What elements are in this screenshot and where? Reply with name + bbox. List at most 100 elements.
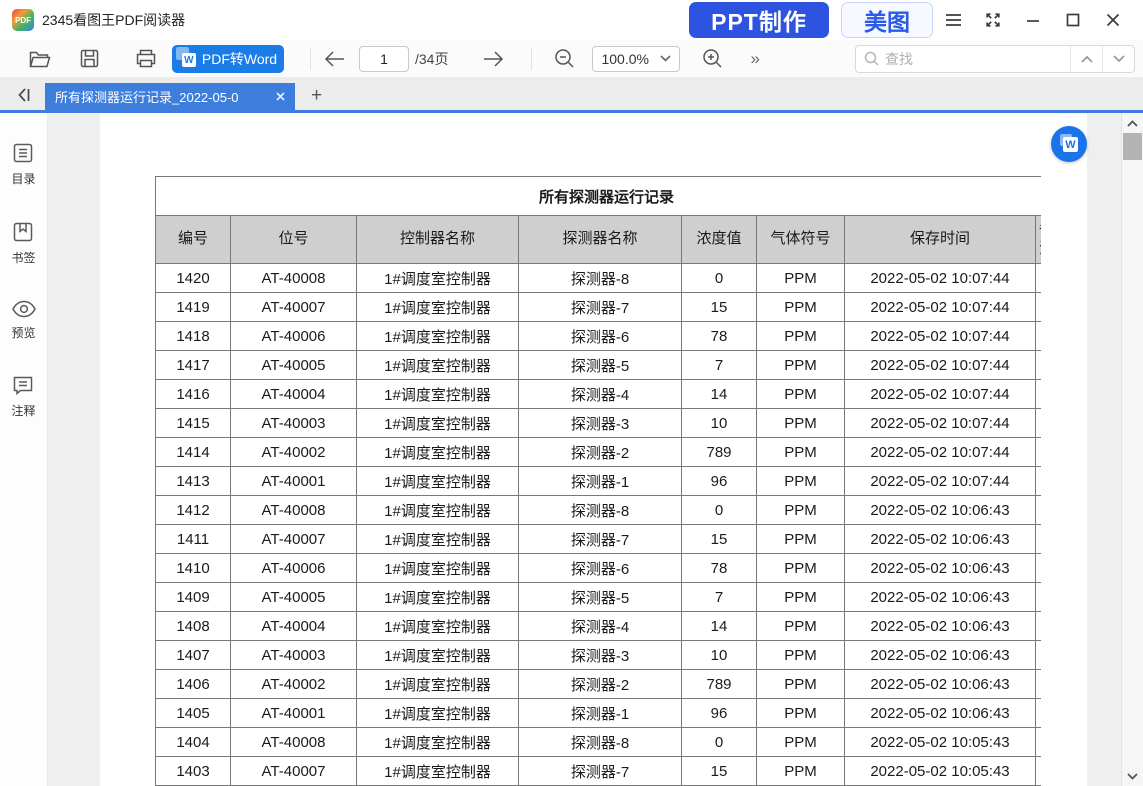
column-header: 位号 <box>231 216 357 264</box>
print-icon <box>136 49 156 68</box>
records-table: 所有探测器运行记录 编号位号控制器名称探测器名称浓度值气体符号保存时间备注 14… <box>155 176 1041 786</box>
titlebar: PDF 2345看图王PDF阅读器 PPT制作 美图 <box>0 0 1143 40</box>
table-cell: 2022-05-02 10:07:44 <box>845 351 1036 380</box>
table-cell: PPM <box>757 351 845 380</box>
table-cell: 15 <box>682 757 757 786</box>
table-cell: 1#调度室控制器 <box>357 583 519 612</box>
zoom-in-button[interactable] <box>700 47 724 71</box>
table-cell: 1406 <box>156 670 231 699</box>
fullscreen-button[interactable] <box>973 2 1013 38</box>
open-folder-icon <box>29 50 51 68</box>
maximize-button[interactable] <box>1053 2 1093 38</box>
table-cell: 探测器-7 <box>519 525 682 554</box>
maximize-icon <box>1066 13 1080 27</box>
table-cell: 1#调度室控制器 <box>357 351 519 380</box>
previous-page-button[interactable] <box>323 47 347 71</box>
column-header: 备注 <box>1036 216 1042 264</box>
table-row: 1411AT-400071#调度室控制器探测器-715PPM2022-05-02… <box>156 525 1042 554</box>
table-cell: 1418 <box>156 322 231 351</box>
table-cell: 1#调度室控制器 <box>357 728 519 757</box>
sidebar-item-label: 预览 <box>11 324 35 341</box>
tab-close-button[interactable] <box>273 90 287 104</box>
table-cell: 14 <box>682 612 757 641</box>
table-cell: 7 <box>682 583 757 612</box>
more-tools-button[interactable]: » <box>750 49 759 69</box>
table-row: 1413AT-400011#调度室控制器探测器-196PPM2022-05-02… <box>156 467 1042 496</box>
search-previous-button[interactable] <box>1070 46 1102 72</box>
table-cell: PPM <box>757 438 845 467</box>
page-number-input[interactable] <box>359 46 409 72</box>
open-file-button[interactable] <box>28 47 52 71</box>
meitu-promo-button[interactable]: 美图 <box>841 2 933 38</box>
table-cell: 1405 <box>156 699 231 728</box>
table-cell: 15 <box>682 293 757 322</box>
table-cell <box>1036 554 1042 583</box>
close-button[interactable] <box>1093 2 1133 38</box>
zoom-level-select[interactable]: 100.0% <box>592 46 680 72</box>
table-row: 1412AT-400081#调度室控制器探测器-80PPM2022-05-02 … <box>156 496 1042 525</box>
table-cell: PPM <box>757 583 845 612</box>
save-button[interactable] <box>77 47 101 71</box>
search-input[interactable] <box>885 51 1062 67</box>
search-field[interactable] <box>856 46 1070 72</box>
collapse-left-icon <box>16 87 32 103</box>
new-tab-button[interactable]: + <box>311 86 322 105</box>
table-cell: 0 <box>682 496 757 525</box>
table-cell: 1415 <box>156 409 231 438</box>
table-cell <box>1036 264 1042 293</box>
table-cell: 1404 <box>156 728 231 757</box>
document-viewport: 所有探测器运行记录 编号位号控制器名称探测器名称浓度值气体符号保存时间备注 14… <box>48 113 1121 786</box>
table-cell: PPM <box>757 525 845 554</box>
table-row: 1408AT-400041#调度室控制器探测器-414PPM2022-05-02… <box>156 612 1042 641</box>
search-next-button[interactable] <box>1102 46 1134 72</box>
word-convert-float-button[interactable]: W <box>1051 126 1087 162</box>
ppt-promo-button[interactable]: PPT制作 <box>689 2 829 38</box>
scroll-down-button[interactable] <box>1122 766 1143 786</box>
pdf-page: 所有探测器运行记录 编号位号控制器名称探测器名称浓度值气体符号保存时间备注 14… <box>100 113 1087 786</box>
window-title: 2345看图王PDF阅读器 <box>42 10 185 30</box>
word-doc-icon: W <box>179 50 196 67</box>
table-cell: 2022-05-02 10:06:43 <box>845 583 1036 612</box>
table-cell: PPM <box>757 467 845 496</box>
menu-button[interactable] <box>933 2 973 38</box>
scroll-up-button[interactable] <box>1122 113 1143 133</box>
table-cell: PPM <box>757 612 845 641</box>
sidebar-item-label: 目录 <box>11 170 35 187</box>
table-cell <box>1036 351 1042 380</box>
table-cell <box>1036 525 1042 554</box>
table-cell: 10 <box>682 409 757 438</box>
table-cell <box>1036 612 1042 641</box>
table-cell: 1#调度室控制器 <box>357 641 519 670</box>
document-tab[interactable]: 所有探测器运行记录_2022-05-0 <box>45 83 295 110</box>
next-page-button[interactable] <box>481 47 505 71</box>
table-cell: 1#调度室控制器 <box>357 525 519 554</box>
table-cell: 1407 <box>156 641 231 670</box>
print-button[interactable] <box>134 47 158 71</box>
table-cell: PPM <box>757 409 845 438</box>
table-cell: 1416 <box>156 380 231 409</box>
main-area: 目录 书签 预览 注释 <box>0 113 1143 786</box>
table-cell: 2022-05-02 10:06:43 <box>845 496 1036 525</box>
table-cell: 1419 <box>156 293 231 322</box>
zoom-out-button[interactable] <box>552 47 576 71</box>
sidebar-item-annotations[interactable]: 注释 <box>11 374 35 419</box>
table-cell: PPM <box>757 322 845 351</box>
minimize-button[interactable] <box>1013 2 1053 38</box>
scrollbar-thumb[interactable] <box>1123 133 1142 160</box>
vertical-scrollbar[interactable] <box>1121 113 1143 786</box>
table-row: 1416AT-400041#调度室控制器探测器-414PPM2022-05-02… <box>156 380 1042 409</box>
pdf-to-word-button[interactable]: W PDF转Word <box>172 45 284 73</box>
table-cell: 探测器-8 <box>519 264 682 293</box>
eye-preview-icon <box>11 299 37 319</box>
table-cell: 1#调度室控制器 <box>357 757 519 786</box>
table-cell <box>1036 641 1042 670</box>
table-cell <box>1036 409 1042 438</box>
table-cell: AT-40007 <box>231 525 357 554</box>
table-cell <box>1036 438 1042 467</box>
collapse-sidebar-button[interactable] <box>12 84 36 106</box>
sidebar-item-toc[interactable]: 目录 <box>11 141 35 187</box>
sidebar-item-preview[interactable]: 预览 <box>11 299 37 341</box>
sidebar-item-bookmarks[interactable]: 书签 <box>11 220 35 266</box>
table-cell: 1#调度室控制器 <box>357 699 519 728</box>
table-cell: 1#调度室控制器 <box>357 438 519 467</box>
